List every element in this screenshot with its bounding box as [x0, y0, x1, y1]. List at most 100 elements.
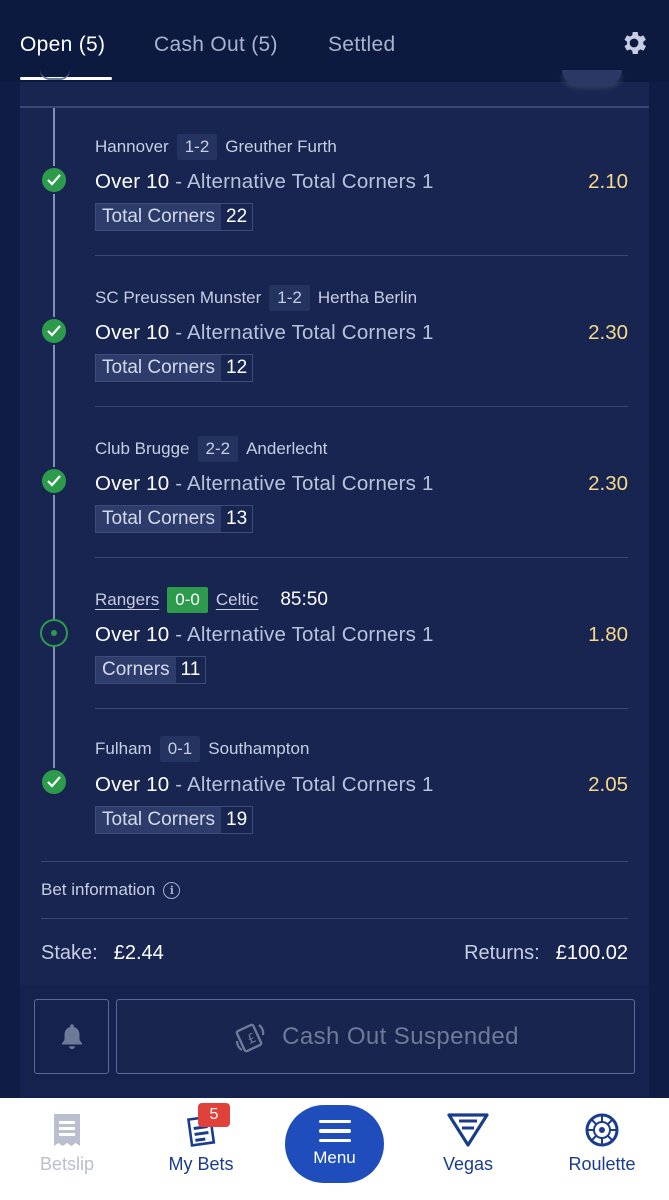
- toggle-edge: [562, 70, 622, 84]
- score-badge: 1-2: [269, 285, 310, 311]
- home-team: Club Brugge: [95, 439, 190, 458]
- nav-label: My Bets: [168, 1154, 234, 1174]
- stake-label: Stake:: [41, 942, 98, 964]
- match-row: SC Preussen Munster 1-2 Hertha Berlin: [95, 285, 417, 311]
- roulette-wheel-icon: [585, 1113, 619, 1147]
- check-icon: [40, 467, 68, 495]
- notification-button[interactable]: [34, 999, 109, 1074]
- vegas-logo-icon: [447, 1113, 489, 1147]
- nav-label: Betslip: [39, 1154, 95, 1174]
- leg-divider: [95, 557, 628, 558]
- match-clock: 85:50: [280, 589, 328, 610]
- receipt-icon: [54, 1114, 80, 1146]
- live-score-badge: 0-0: [167, 587, 208, 613]
- selection-name: Over 10: [95, 773, 170, 796]
- stat-badge: Total Corners 13: [95, 505, 254, 533]
- away-team-link[interactable]: Celtic: [216, 590, 259, 610]
- bet-leg-live: Rangers 0-0 Celtic 85:50 Over 10 - Alter…: [0, 561, 669, 711]
- stat-value: 22: [221, 204, 253, 230]
- live-indicator-icon: [40, 619, 68, 647]
- market-name: Alternative Total Corners 1: [187, 321, 434, 344]
- nav-my-bets[interactable]: 5 My Bets: [146, 1103, 256, 1175]
- separator: -: [175, 773, 183, 796]
- my-bets-badge: 5: [198, 1103, 230, 1127]
- bell-icon: [61, 1023, 82, 1049]
- odds: 2.10: [588, 170, 628, 193]
- away-team: Southampton: [208, 739, 310, 758]
- match-row: Club Brugge 2-2 Anderlecht: [95, 436, 327, 462]
- menu-button[interactable]: Menu: [285, 1105, 384, 1183]
- tab-cash-out[interactable]: Cash Out (5): [154, 33, 278, 57]
- bet-leg: SC Preussen Munster 1-2 Hertha Berlin Ov…: [0, 259, 669, 409]
- market-name: Alternative Total Corners 1: [187, 170, 434, 193]
- returns-label: Returns:: [464, 942, 540, 964]
- home-team: Hannover: [95, 137, 169, 156]
- stat-badge: Total Corners 19: [95, 806, 254, 834]
- odds: 2.30: [588, 321, 628, 344]
- score-badge: 2-2: [197, 436, 239, 462]
- home-team-link[interactable]: Rangers: [95, 590, 159, 610]
- odds: 1.80: [588, 623, 628, 646]
- stat-label: Total Corners: [96, 807, 221, 833]
- section-divider: [41, 918, 628, 919]
- home-team: Fulham: [95, 739, 152, 758]
- score-badge: 1-2: [176, 134, 218, 160]
- stat-badge: Total Corners 12: [95, 354, 254, 382]
- cash-out-icon: £: [235, 1023, 265, 1052]
- market-name: Alternative Total Corners 1: [187, 623, 434, 646]
- bet-leg: Hannover 1-2 Greuther Furth Over 10 - Al…: [0, 108, 669, 258]
- check-icon: [40, 768, 68, 796]
- leg-divider: [95, 406, 628, 407]
- tab-settled[interactable]: Settled: [328, 33, 395, 57]
- stat-badge: Total Corners 22: [95, 203, 254, 231]
- bet-information[interactable]: Bet information i: [41, 880, 181, 900]
- returns: Returns: £100.02: [464, 942, 628, 965]
- leg-divider: [95, 255, 628, 256]
- check-icon: [40, 317, 68, 345]
- stake: Stake: £2.44: [41, 942, 164, 965]
- match-row: Rangers 0-0 Celtic 85:50: [95, 587, 328, 613]
- leg-divider: [95, 708, 628, 709]
- selection-name: Over 10: [95, 321, 170, 344]
- nav-betslip[interactable]: Betslip: [12, 1112, 122, 1175]
- selection-name: Over 10: [95, 170, 170, 193]
- selection: Over 10 - Alternative Total Corners 1: [95, 170, 434, 194]
- selection-name: Over 10: [95, 472, 170, 495]
- info-icon[interactable]: i: [163, 881, 181, 899]
- selection: Over 10 - Alternative Total Corners 1: [95, 321, 434, 345]
- stat-value: 11: [175, 657, 206, 683]
- away-team: Anderlecht: [246, 439, 328, 458]
- nav-roulette[interactable]: Roulette: [547, 1112, 657, 1175]
- stat-badge: Corners 11: [95, 656, 207, 684]
- nav-label: Roulette: [568, 1154, 636, 1174]
- selection-name: Over 10: [95, 623, 170, 646]
- separator: -: [175, 170, 183, 193]
- selection: Over 10 - Alternative Total Corners 1: [95, 773, 434, 797]
- selection: Over 10 - Alternative Total Corners 1: [95, 472, 434, 496]
- odds: 2.30: [588, 472, 628, 495]
- cash-out-label: Cash Out Suspended: [282, 1022, 519, 1050]
- away-team: Greuther Furth: [225, 137, 337, 156]
- separator: -: [175, 321, 183, 344]
- section-divider: [41, 861, 628, 862]
- score-badge: 0-1: [159, 736, 201, 762]
- bet-leg: Fulham 0-1 Southampton Over 10 - Alterna…: [0, 712, 669, 862]
- odds: 2.05: [588, 773, 628, 796]
- gear-icon[interactable]: [619, 28, 649, 58]
- market-name: Alternative Total Corners 1: [187, 472, 434, 495]
- away-team: Hertha Berlin: [317, 288, 418, 307]
- check-icon: [40, 166, 68, 194]
- stat-label: Total Corners: [96, 506, 221, 532]
- stat-value: 13: [221, 506, 253, 532]
- home-team: SC Preussen Munster: [95, 288, 262, 307]
- hamburger-icon: [318, 1119, 351, 1143]
- selection: Over 10 - Alternative Total Corners 1: [95, 623, 434, 647]
- cash-out-button[interactable]: £ Cash Out Suspended: [116, 999, 635, 1074]
- separator: -: [175, 472, 183, 495]
- stat-label: Corners: [96, 657, 176, 683]
- separator: -: [175, 623, 183, 646]
- tab-open[interactable]: Open (5): [20, 33, 105, 57]
- bet-leg: Club Brugge 2-2 Anderlecht Over 10 - Alt…: [0, 410, 669, 560]
- stat-label: Total Corners: [96, 204, 221, 230]
- nav-vegas[interactable]: Vegas: [413, 1112, 523, 1175]
